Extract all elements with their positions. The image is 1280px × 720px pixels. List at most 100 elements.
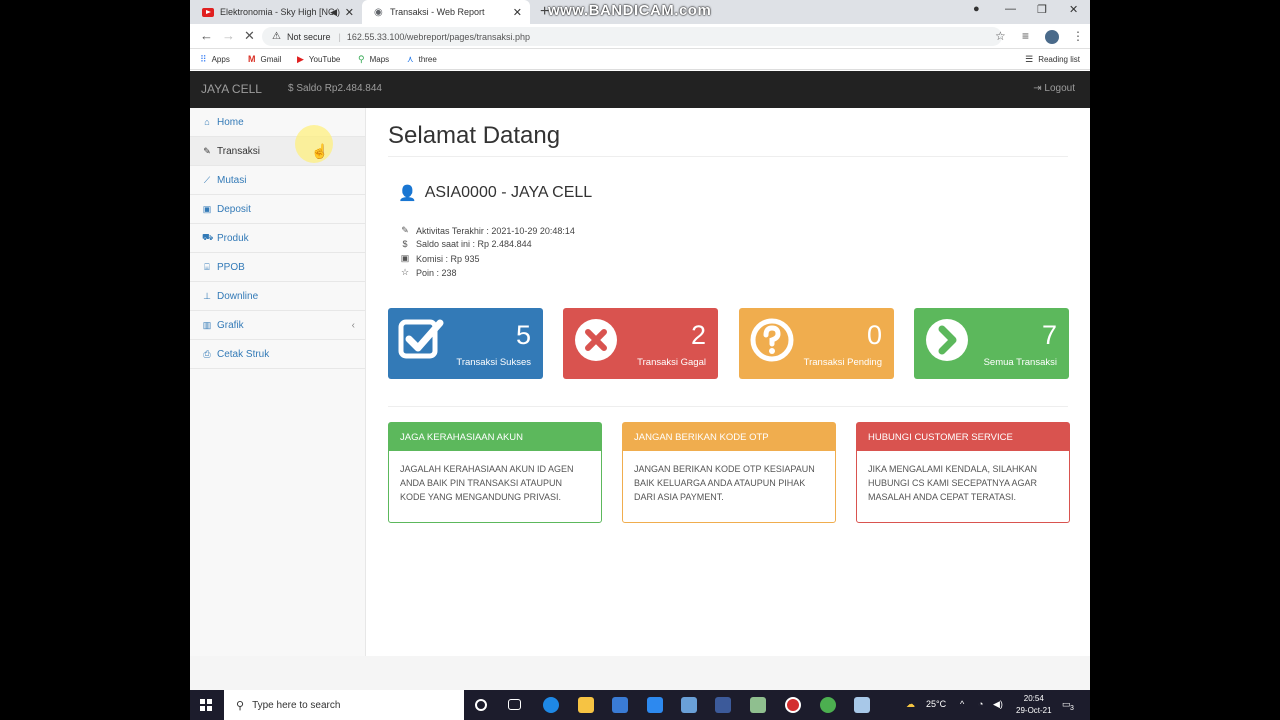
windows-start-icon[interactable] [200,699,212,711]
sidebar-item-produk[interactable]: ⛟ Produk [190,224,365,253]
cortana-icon[interactable] [475,699,487,711]
sidebar-item-label: Transaksi [217,145,260,157]
forward-icon[interactable]: → [222,28,235,43]
sitemap-icon: ⊥ [203,290,211,301]
bookmark-label: Maps [369,55,390,64]
url-field[interactable]: ⚠ Not secure | 162.55.33.100/webreport/p… [262,27,1002,46]
app-icon[interactable] [681,697,697,713]
bookmark-apps[interactable]: ⠿ Apps [200,54,230,65]
tab-bar: Elektronomia - Sky High [NC ◀) ✕ ◉ Trans… [190,0,1090,24]
file-explorer-icon[interactable] [578,697,594,713]
media-icon[interactable]: ● [973,3,980,15]
youtube-icon: ▶ [297,54,304,64]
sidebar-item-label: Cetak Struk [217,348,270,360]
notice-body: JIKA MENGALAMI KENDALA, SILAHKAN HUBUNGI… [868,464,1038,502]
notice-body: JAGALAH KERAHASIAAN AKUN ID AGEN ANDA BA… [400,464,574,502]
brand[interactable]: JAYA CELL [201,82,262,96]
bookmark-gmail[interactable]: M Gmail [248,54,281,64]
print-icon: ⎙ [203,348,211,359]
panel-count: 0 [866,320,882,350]
task-view-icon[interactable] [508,699,521,710]
panel-semua-transaksi[interactable]: 7 Semua Transaksi [914,308,1069,379]
bandicam-icon[interactable] [785,697,801,713]
tab-youtube[interactable]: Elektronomia - Sky High [NC ◀) ✕ [190,0,362,24]
tab-title: Elektronomia - Sky High [NC [220,7,335,17]
minimize-icon[interactable]: — [1005,3,1016,15]
sidebar-item-label: Mutasi [217,174,247,186]
back-icon[interactable]: ← [200,28,213,43]
windows-taskbar: ⚲ Type here to search ☁ 25°C ^ ◔ ◀) 20:5… [190,690,1090,720]
bookmark-three[interactable]: ⋏ three [407,54,437,65]
tab-title: Transaksi - Web Report [390,7,485,17]
weather-icon[interactable]: ☁ [906,699,915,710]
bookmark-maps[interactable]: ⚲ Maps [358,54,389,65]
sidebar-item-label: Produk [217,232,249,244]
sidebar: ⌂ Home ✎ Transaksi ⟋ Mutasi ▣ Deposit ⛟ Produ… [190,108,366,656]
sidebar-item-cetak-struk[interactable]: ⎙ Cetak Struk [190,340,365,369]
search-icon: ⚲ [236,699,245,712]
sidebar-item-deposit[interactable]: ▣ Deposit [190,195,365,224]
sidebar-item-downline[interactable]: ⊥ Downline [190,282,365,311]
panel-count: 5 [515,320,531,350]
notice-jaga-kerahasiaan: JAGA KERAHASIAAN AKUN JAGALAH KERAHASIAA… [388,422,602,523]
app-icon[interactable] [715,697,731,713]
search-placeholder: Type here to search [252,699,341,711]
divider: | [338,31,341,42]
close-tab-icon[interactable]: ✕ [513,6,522,19]
close-tab-icon[interactable]: ✕ [345,6,354,19]
edge-icon[interactable] [543,697,559,713]
saldo-text: Saldo Rp2.484.844 [296,83,382,94]
app-icon[interactable] [750,697,766,713]
close-window-icon[interactable]: ✕ [1069,3,1078,16]
playlist-icon[interactable]: ≡ [1022,29,1029,43]
sidebar-item-label: Home [217,116,244,128]
sidebar-item-transaksi[interactable]: ✎ Transaksi [190,137,365,166]
page-icon: ◉ [374,6,383,18]
panel-transaksi-pending[interactable]: 0 Transaksi Pending [739,308,894,379]
notice-header: HUBUNGI CUSTOMER SERVICE [857,423,1069,451]
address-bar: ← → ✕ ⚠ Not secure | 162.55.33.100/webre… [190,24,1090,49]
clock[interactable]: 20:54 29-Oct-21 [1016,693,1052,717]
store-icon[interactable] [612,697,628,713]
bookmark-label: three [418,55,437,64]
info-komisi: ▣ Komisi : Rp 935 [399,253,480,264]
menu-icon[interactable]: ⋮ [1072,29,1084,43]
bookmark-star-icon[interactable]: ☆ [995,29,1006,43]
bookmarks-bar: ⠿ Apps M Gmail ▶ YouTube ⚲ Maps ⋏ three … [190,49,1090,70]
gmail-icon: M [248,54,256,64]
chevron-left-icon[interactable]: ‹ [352,320,355,331]
temperature[interactable]: 25°C [926,699,946,709]
speaker-icon[interactable]: ◀) [330,7,340,18]
maps-pin-icon: ⚲ [358,54,365,64]
sidebar-item-home[interactable]: ⌂ Home [190,108,365,137]
reading-list-icon: ☰ [1025,54,1034,64]
restore-icon[interactable]: ❐ [1037,3,1047,16]
sidebar-item-ppob[interactable]: ⌸ PPOB [190,253,365,282]
sidebar-item-mutasi[interactable]: ⟋ Mutasi [190,166,365,195]
notice-header: JANGAN BERIKAN KODE OTP [623,423,835,451]
reading-list[interactable]: ☰ Reading list [1025,54,1080,65]
chevron-up-icon[interactable]: ^ [960,699,964,709]
info-text: Komisi : Rp 935 [416,253,480,264]
hand-cursor-icon: ☝ [311,143,329,159]
stop-icon[interactable]: ✕ [244,28,255,44]
panel-transaksi-gagal[interactable]: 2 Transaksi Gagal [563,308,718,379]
volume-icon[interactable]: ◀) [993,699,1003,710]
security-label: Not secure [286,31,331,42]
chrome-icon[interactable] [820,697,836,713]
tab-transaksi[interactable]: ◉ Transaksi - Web Report ✕ [362,0,530,24]
bookmark-youtube[interactable]: ▶ YouTube [297,54,340,65]
sidebar-item-grafik[interactable]: ▥ Grafik ‹ [190,311,365,340]
logout-button[interactable]: ⇥ Logout [1033,83,1075,94]
panel-transaksi-sukses[interactable]: 5 Transaksi Sukses [388,308,543,379]
money-icon: ▣ [202,203,212,214]
taskbar-search[interactable]: ⚲ Type here to search [224,690,464,720]
profile-avatar[interactable] [1045,30,1059,44]
info-saldo: $ Saldo saat ini : Rp 2.484.844 [399,239,532,249]
clock-date: 29-Oct-21 [1016,706,1052,715]
info-text: Saldo saat ini : Rp 2.484.844 [416,239,532,249]
app-icon[interactable] [854,697,870,713]
notice-customer-service: HUBUNGI CUSTOMER SERVICE JIKA MENGALAMI … [856,422,1070,523]
mail-icon[interactable] [647,697,663,713]
network-icon[interactable]: ◔ [978,699,983,709]
